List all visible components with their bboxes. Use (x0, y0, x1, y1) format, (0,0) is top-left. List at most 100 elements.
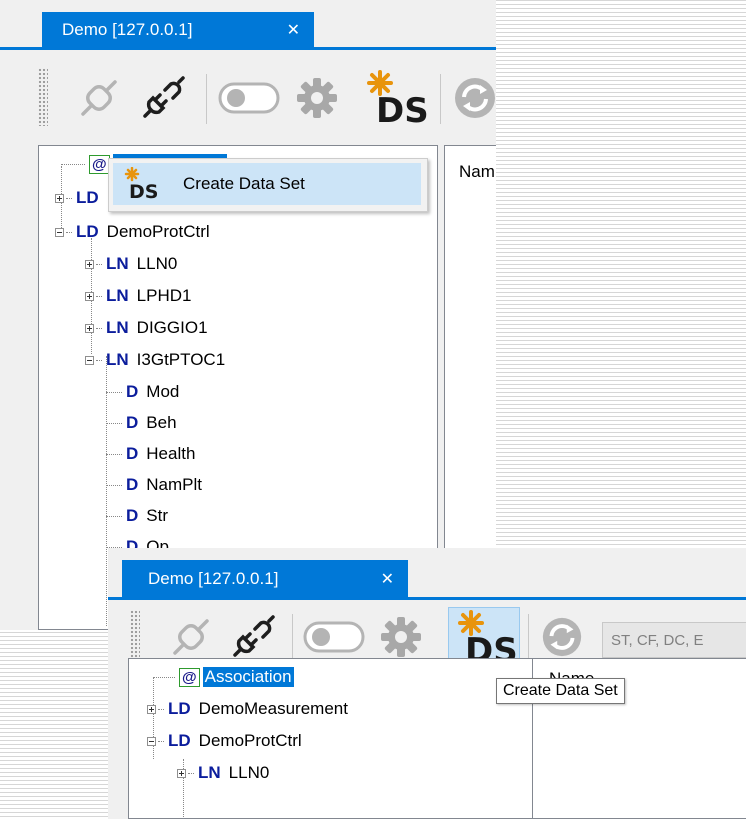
expand-icon[interactable] (85, 259, 94, 269)
node-type-tag: D (126, 444, 139, 463)
node-type-tag: LD (168, 731, 191, 750)
tree-connector (96, 327, 102, 329)
menu-ds-text: DS (129, 181, 158, 201)
collapse-icon[interactable] (85, 355, 94, 365)
tree-connector (106, 391, 122, 393)
node-label: I3GtPTOC1 (136, 350, 226, 369)
association-label: Association (202, 667, 294, 687)
association-at-icon: @ (89, 154, 110, 174)
tree-connector (158, 740, 164, 742)
document-tab[interactable]: Demo [127.0.0.1] ✕ (122, 560, 408, 598)
node-label: DemoProtCtrl (106, 222, 210, 241)
refresh-icon (455, 78, 495, 118)
node-label: NamPlt (146, 475, 203, 494)
node-type-tag: D (126, 475, 139, 494)
toolbar: DS (0, 50, 496, 145)
tree-item-association[interactable]: @ Association (153, 665, 294, 689)
node-label: Str (146, 506, 169, 525)
tree-item-ld[interactable]: LD DemoProtCtrl (147, 729, 302, 753)
connect-plug-icon (81, 80, 117, 116)
tree-connector (106, 484, 122, 486)
toolbar-grip-icon[interactable] (130, 610, 140, 664)
expand-icon[interactable] (177, 768, 186, 778)
collapse-icon[interactable] (147, 736, 156, 746)
tab-close-icon[interactable]: ✕ (381, 569, 394, 589)
collapse-icon[interactable] (55, 227, 64, 237)
node-label: LPHD1 (136, 286, 192, 305)
column-header-name: Nam (459, 162, 495, 181)
connect-plug-icon (173, 619, 209, 655)
expand-icon[interactable] (147, 704, 156, 714)
disconnect-button[interactable] (226, 612, 280, 662)
model-tree[interactable]: @ Association LD DemoMeasurement LD Demo… (128, 658, 536, 819)
refresh-button[interactable] (446, 72, 496, 124)
settings-button[interactable] (288, 72, 346, 124)
tree-connector (106, 453, 122, 455)
tree-item-do[interactable]: D Mod (106, 380, 179, 404)
create-dataset-button[interactable]: DS (352, 68, 434, 128)
tree-item-ld[interactable]: LD (55, 186, 107, 210)
create-dataset-icon: DS (124, 167, 158, 201)
refresh-button[interactable] (536, 612, 588, 662)
tab-strip: Demo [127.0.0.1] ✕ (108, 548, 746, 600)
tree-connector (158, 708, 164, 710)
node-type-tag: LN (106, 350, 129, 369)
connect-button[interactable] (70, 72, 128, 124)
functional-constraint-filter[interactable]: ST, CF, DC, E (602, 622, 746, 658)
tree-item-do[interactable]: D Str (106, 504, 168, 528)
node-label: Beh (146, 413, 177, 432)
back-window: Demo [127.0.0.1] ✕ DS @ LD LD DemoProtCt… (0, 0, 496, 630)
front-window: Demo [127.0.0.1] ✕ DS ST, CF, DC, E @ As… (108, 548, 746, 819)
tab-title: Demo [127.0.0.1] (148, 569, 279, 588)
tree-connector (153, 676, 175, 678)
toolbar-grip-icon[interactable] (38, 68, 48, 126)
create-dataset-icon: DS (367, 70, 428, 126)
tree-item-ld[interactable]: LD DemoMeasurement (147, 697, 348, 721)
node-label: DemoMeasurement (198, 699, 348, 718)
node-label: LLN0 (228, 763, 270, 782)
settings-button[interactable] (374, 612, 428, 662)
tree-item-ln[interactable]: LN DIGGIO1 (85, 316, 208, 340)
toggle-switch-icon (303, 621, 365, 653)
tree-connector (96, 359, 102, 361)
tree-item-ln[interactable]: LN LLN0 (177, 761, 269, 785)
gear-icon (297, 78, 337, 118)
tree-item-do[interactable]: D Health (106, 442, 195, 466)
tree-item-ln[interactable]: LN LLN0 (85, 252, 177, 276)
tree-connector (188, 772, 194, 774)
node-label: Health (146, 444, 196, 463)
toolbar-separator (528, 614, 529, 662)
toolbar-separator (292, 614, 293, 662)
tree-connector (66, 231, 72, 233)
connect-button[interactable] (164, 612, 218, 662)
disconnect-plug-icon (233, 615, 275, 657)
toggle-switch-icon (218, 82, 280, 114)
toolbar-separator (440, 74, 441, 124)
node-label: DemoProtCtrl (198, 731, 302, 750)
tree-item-do[interactable]: D NamPlt (106, 473, 202, 497)
dataset-ds-text: DS (376, 91, 428, 126)
toggle-button[interactable] (300, 612, 368, 662)
tab-close-icon[interactable]: ✕ (287, 20, 300, 40)
expand-icon[interactable] (55, 193, 64, 203)
tree-item-do[interactable]: D Beh (106, 411, 177, 435)
node-type-tag: LN (106, 254, 129, 273)
node-type-tag: LN (106, 318, 129, 337)
filter-value: ST, CF, DC, E (611, 631, 704, 649)
refresh-icon (542, 617, 582, 657)
node-type-tag: D (126, 382, 139, 401)
disconnect-button[interactable] (134, 72, 192, 124)
tree-item-ld[interactable]: LD DemoProtCtrl (55, 220, 210, 244)
toggle-button[interactable] (214, 72, 284, 124)
node-type-tag: D (126, 413, 139, 432)
expand-icon[interactable] (85, 291, 94, 301)
tree-item-ln[interactable]: LN LPHD1 (85, 284, 191, 308)
node-type-tag: LD (76, 222, 99, 241)
tree-connector (106, 422, 122, 424)
tree-connector (106, 515, 122, 517)
association-at-icon: @ (179, 667, 200, 687)
expand-icon[interactable] (85, 323, 94, 333)
tree-item-ln[interactable]: LN I3GtPTOC1 (85, 348, 225, 372)
document-tab[interactable]: Demo [127.0.0.1] ✕ (42, 12, 314, 47)
menu-item-create-data-set[interactable]: DS Create Data Set (113, 163, 421, 205)
